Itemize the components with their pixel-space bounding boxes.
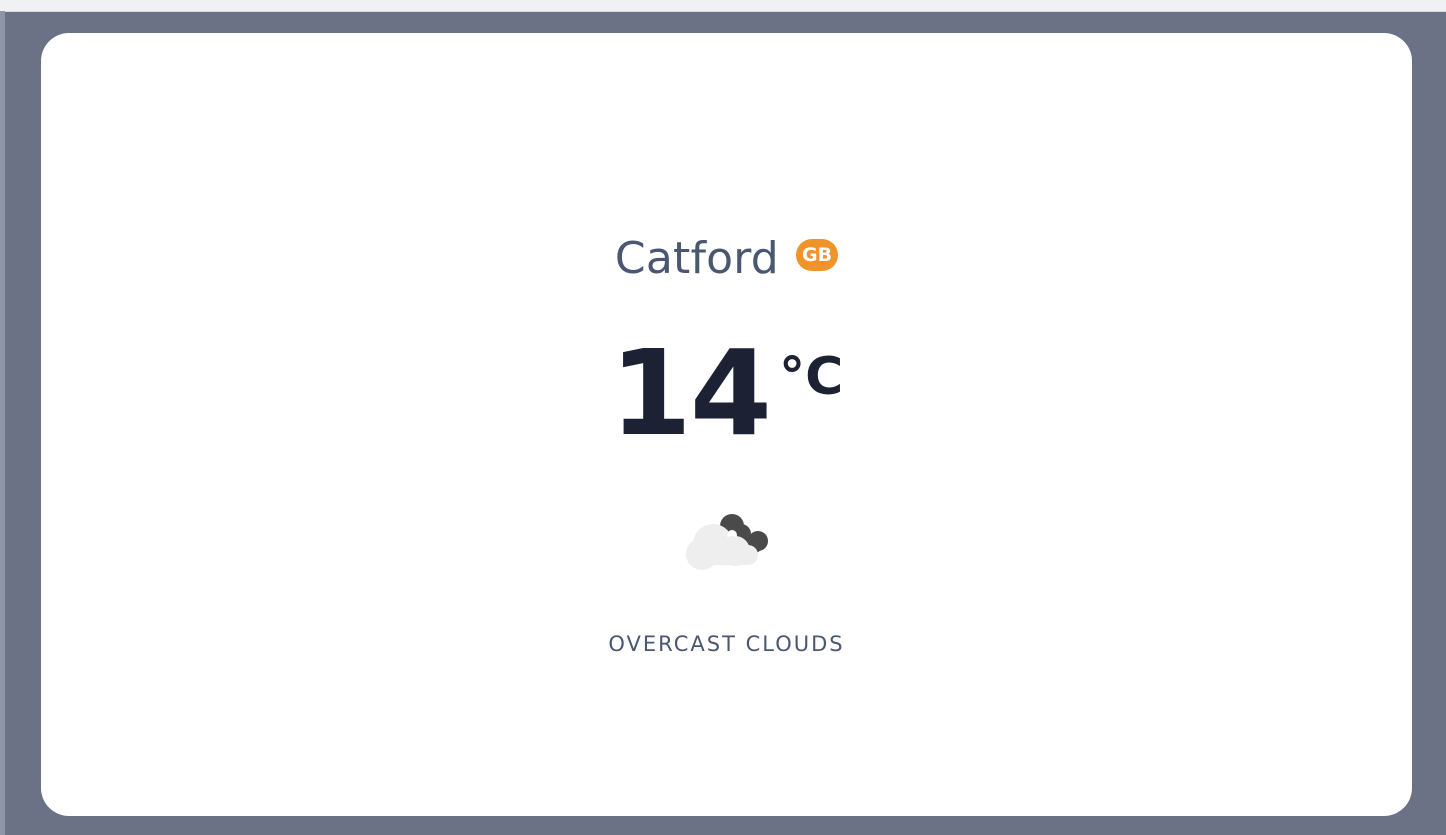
location-header: Catford GB	[41, 231, 1412, 287]
temperature-display: 14 °C	[41, 333, 1412, 453]
country-badge: GB	[796, 239, 839, 271]
city-name: Catford	[614, 233, 779, 284]
temperature-value: 14	[609, 324, 772, 462]
weather-description: OVERCAST CLOUDS	[608, 632, 845, 656]
weather-card: Catford GB 14 °C OVERCAST CLOUDS	[41, 33, 1412, 816]
temperature-unit: °C	[779, 347, 844, 407]
browser-top-strip	[0, 0, 1446, 12]
window-left-edge	[0, 11, 5, 835]
overcast-clouds-icon	[681, 473, 771, 578]
